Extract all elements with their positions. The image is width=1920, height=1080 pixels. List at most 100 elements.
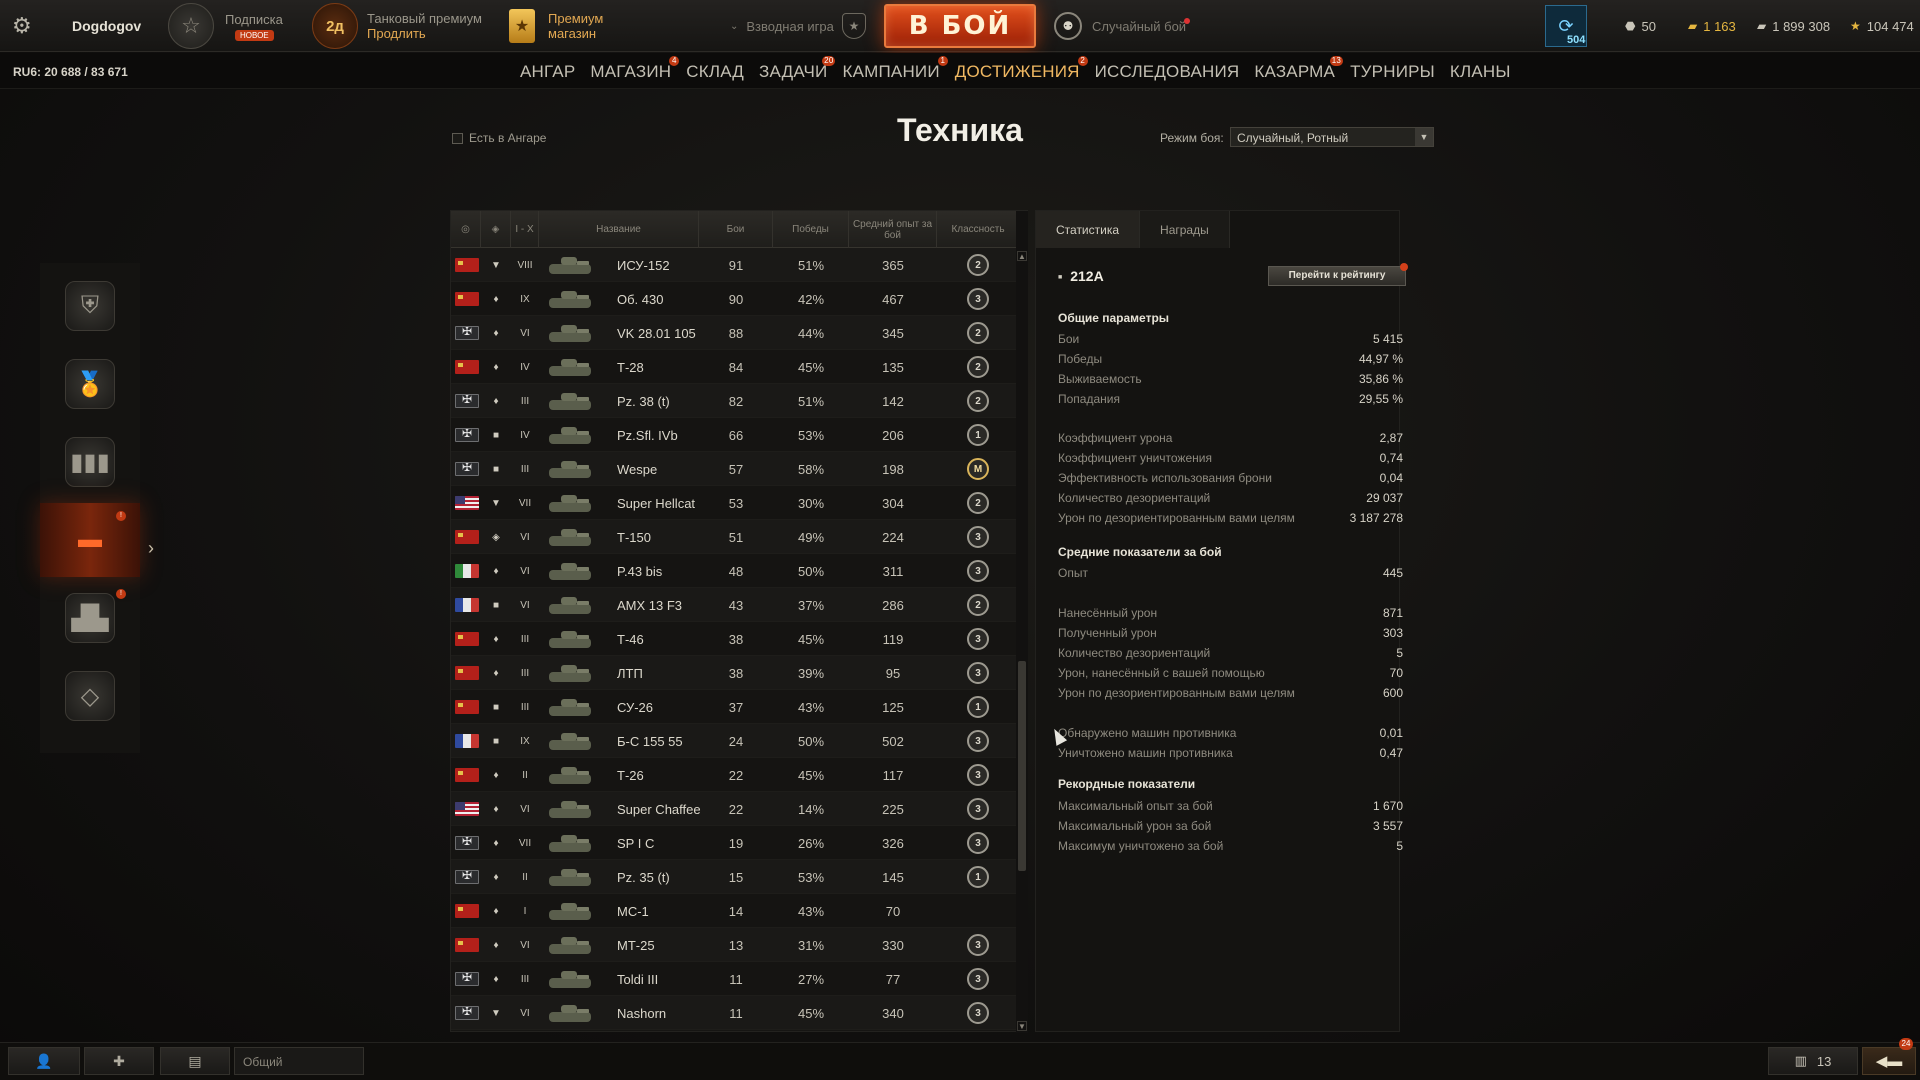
sort-name-header[interactable]: Название	[539, 211, 699, 248]
nav-row: RU6: 20 688 / 83 671 АНГАР МАГАЗИН 4 СКЛА…	[0, 53, 1920, 89]
clan-button[interactable]: ✚	[84, 1047, 154, 1075]
table-row[interactable]: ♦ IX Об. 430 90 42% 467 3	[451, 282, 1019, 316]
vehicle-tier: VII	[518, 497, 532, 509]
selected-vehicle-name: 212A	[1058, 268, 1103, 284]
settings-gear-icon[interactable]: ⚙	[12, 0, 38, 52]
table-row[interactable]: ◈ VI Т-150 51 49% 224 3	[451, 520, 1019, 554]
stat-label: Бои	[1058, 332, 1080, 346]
table-row[interactable]: ♦ VI VK 28.01 105 88 44% 345 2	[451, 316, 1019, 350]
sidebar-item-statistics[interactable]: ▮▮▮	[40, 425, 140, 499]
sort-tier-header[interactable]: I - X	[511, 211, 539, 248]
battle-button[interactable]: В БОЙ	[884, 4, 1036, 48]
sidebar-notification-badge: !	[116, 511, 126, 521]
go-to-rating-button[interactable]: Перейти к рейтингу	[1268, 266, 1406, 286]
notifications-button[interactable]: ◀▬	[1862, 1047, 1916, 1075]
platoon-selector[interactable]: ⌄ Взводная игра	[730, 0, 834, 52]
table-row[interactable]: ♦ VI P.43 bis 48 50% 311 3	[451, 554, 1019, 588]
battle-mode-icon[interactable]: ⚉	[1054, 12, 1082, 40]
sort-mastery-header[interactable]: Классность	[937, 211, 1019, 248]
sort-avg-xp-header[interactable]: Средний опыт за бой	[849, 211, 937, 248]
nav-barracks[interactable]: КАЗАРМА 13	[1254, 56, 1344, 82]
table-row[interactable]: ♦ III ЛТП 38 39% 95 3	[451, 656, 1019, 690]
nav-hangar[interactable]: АНГАР	[520, 62, 575, 82]
vehicle-tier: III	[520, 633, 530, 645]
vehicle-name: AMX 13 F3	[617, 597, 683, 613]
table-row[interactable]: ♦ II Pz. 35 (t) 15 53% 145 1	[451, 860, 1019, 894]
subscription-label: Подписка	[225, 11, 283, 27]
stat-row: Обнаружено машин противника 0,01	[1058, 726, 1403, 746]
sort-battles-header[interactable]: Бои	[699, 211, 773, 248]
battle-mode-label[interactable]: Случайный бой	[1092, 0, 1186, 52]
premium-extend-link[interactable]: Продлить	[367, 26, 426, 41]
table-row[interactable]: ▼ VI Nashorn 11 45% 340 3	[451, 996, 1019, 1030]
vehicle-wins: 43%	[797, 699, 825, 715]
currency-free-xp[interactable]: ⬣ 50	[1625, 0, 1656, 52]
table-row[interactable]: ♦ I МС-1 14 43% 70	[451, 894, 1019, 928]
subscription-star-icon[interactable]: ☆	[168, 3, 214, 49]
sort-nation-globe-icon[interactable]: ◎	[451, 211, 481, 248]
table-row[interactable]: ▼ VIII ИСУ-152 91 51% 365 2	[451, 248, 1019, 282]
tab-awards[interactable]: Награды	[1140, 211, 1230, 248]
mastery-badge-icon: 1	[937, 860, 1019, 894]
chevron-right-icon[interactable]: ›	[148, 538, 154, 559]
table-row[interactable]: ■ III СУ-26 37 43% 125 1	[451, 690, 1019, 724]
nav-clans[interactable]: КЛАНЫ	[1450, 62, 1511, 82]
sort-wins-header[interactable]: Победы	[773, 211, 849, 248]
premium-shop-link[interactable]: Премиум магазин	[548, 0, 603, 52]
vehicle-tier: VI	[520, 803, 530, 815]
platoon-shield-icon[interactable]: ★	[842, 13, 866, 39]
main-nav: АНГАР МАГАЗИН 4 СКЛАД ЗАДАЧИ 20 КАМПАНИИ 1 …	[520, 56, 1526, 82]
table-row[interactable]: ♦ III Pz. 38 (t) 82 51% 142 2	[451, 384, 1019, 418]
table-row[interactable]: ♦ VI Super Chaffee 22 14% 225 3	[451, 792, 1019, 826]
stat-value: 303	[1382, 626, 1403, 640]
subscription-block[interactable]: Подписка НОВОЕ	[225, 0, 283, 52]
table-row[interactable]: ♦ II Т-26 22 45% 117 3	[451, 758, 1019, 792]
table-row[interactable]: ♦ VI МТ-25 13 31% 330 3	[451, 928, 1019, 962]
nav-achievements[interactable]: ДОСТИЖЕНИЯ 2	[955, 56, 1088, 82]
scroll-down-icon[interactable]: ▼	[1017, 1021, 1027, 1031]
table-row[interactable]: ♦ VII SP I C 19 26% 326 3	[451, 826, 1019, 860]
contacts-button[interactable]: 👤	[8, 1047, 80, 1075]
in-hangar-checkbox[interactable]	[452, 132, 463, 144]
nav-storage[interactable]: СКЛАД	[686, 62, 744, 82]
table-row[interactable]: ♦ III Т-46 38 45% 119 3	[451, 622, 1019, 656]
currency-credits[interactable]: ▰ 1 899 308	[1757, 0, 1830, 52]
online-players[interactable]: ▥ 13	[1768, 1047, 1858, 1075]
table-row[interactable]: ■ IX Б-С 155 55 24 50% 502 3	[451, 724, 1019, 758]
nav-shop[interactable]: МАГАЗИН 4	[590, 56, 680, 82]
nav-research[interactable]: ИССЛЕДОВАНИЯ	[1095, 62, 1240, 82]
table-scrollbar[interactable]: ▲ ▼	[1016, 211, 1028, 1033]
currency-xp[interactable]: ★ 104 474	[1850, 0, 1914, 52]
in-hangar-filter[interactable]: Есть в Ангаре	[452, 131, 546, 145]
battle-mode-select[interactable]: Случайный, Ротный ▼	[1230, 127, 1434, 147]
nav-badge: 2	[1077, 56, 1088, 66]
scroll-thumb[interactable]	[1018, 661, 1026, 871]
premium-shop-icon[interactable]: ★	[509, 9, 535, 43]
nav-missions[interactable]: ЗАДАЧИ 20	[759, 56, 836, 82]
vehicle-name: ЛТП	[617, 665, 643, 681]
nav-campaigns[interactable]: КАМПАНИИ 1	[842, 56, 948, 82]
vehicle-avg-xp: 70	[885, 903, 901, 919]
mastery-badge: 3	[967, 730, 989, 752]
table-row[interactable]: ♦ III Toldi III 11 27% 77 3	[451, 962, 1019, 996]
vehicle-type-glyph: ♦	[493, 871, 499, 883]
currency-gold[interactable]: ▰ 1 163	[1688, 0, 1736, 52]
chat-channel-input[interactable]: Общий	[234, 1047, 364, 1075]
sidebar-item-collections[interactable]: ◇	[40, 659, 140, 733]
table-row[interactable]: ■ IV Pz.Sfl. IVb 66 53% 206 1	[451, 418, 1019, 452]
table-row[interactable]: ■ III Wespe 57 58% 198 M	[451, 452, 1019, 486]
nav-tournaments[interactable]: ТУРНИРЫ	[1350, 62, 1435, 82]
premium-days-badge[interactable]: 2д	[312, 3, 358, 49]
username[interactable]: Dogdogov	[72, 0, 141, 52]
scroll-up-icon[interactable]: ▲	[1017, 251, 1027, 261]
table-row[interactable]: ▼ VII Super Hellcat 53 30% 304 2	[451, 486, 1019, 520]
sidebar-item-awards[interactable]: 🏅	[40, 347, 140, 421]
vehicle-type-glyph: ♦	[493, 395, 499, 407]
premium-block[interactable]: Танковый премиум Продлить	[367, 0, 482, 52]
tab-statistics[interactable]: Статистика	[1036, 211, 1141, 248]
chat-button[interactable]: ▤	[160, 1047, 230, 1075]
table-row[interactable]: ♦ IV Т-28 84 45% 135 2	[451, 350, 1019, 384]
sidebar-item-summary[interactable]: ⛨	[40, 269, 140, 343]
sort-type-icon[interactable]: ◈	[481, 211, 511, 248]
table-row[interactable]: ■ VI AMX 13 F3 43 37% 286 2	[451, 588, 1019, 622]
